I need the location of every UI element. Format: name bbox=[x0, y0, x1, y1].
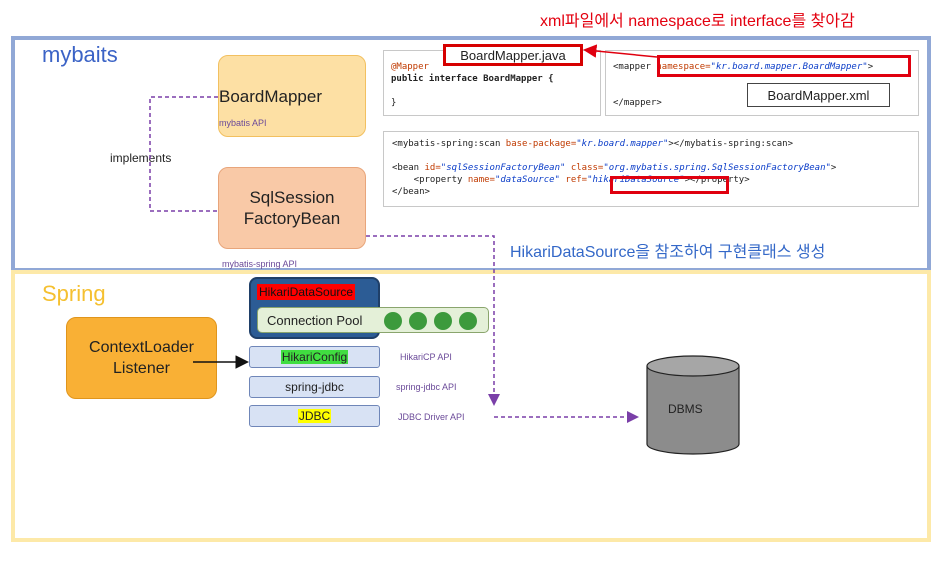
dbms-label: DBMS bbox=[668, 402, 703, 416]
factory-to-datasource-connector bbox=[366, 235, 500, 406]
diagram-connectors bbox=[149, 44, 740, 455]
implements-connector bbox=[149, 96, 218, 212]
namespace-to-interface-arrow bbox=[583, 44, 658, 58]
